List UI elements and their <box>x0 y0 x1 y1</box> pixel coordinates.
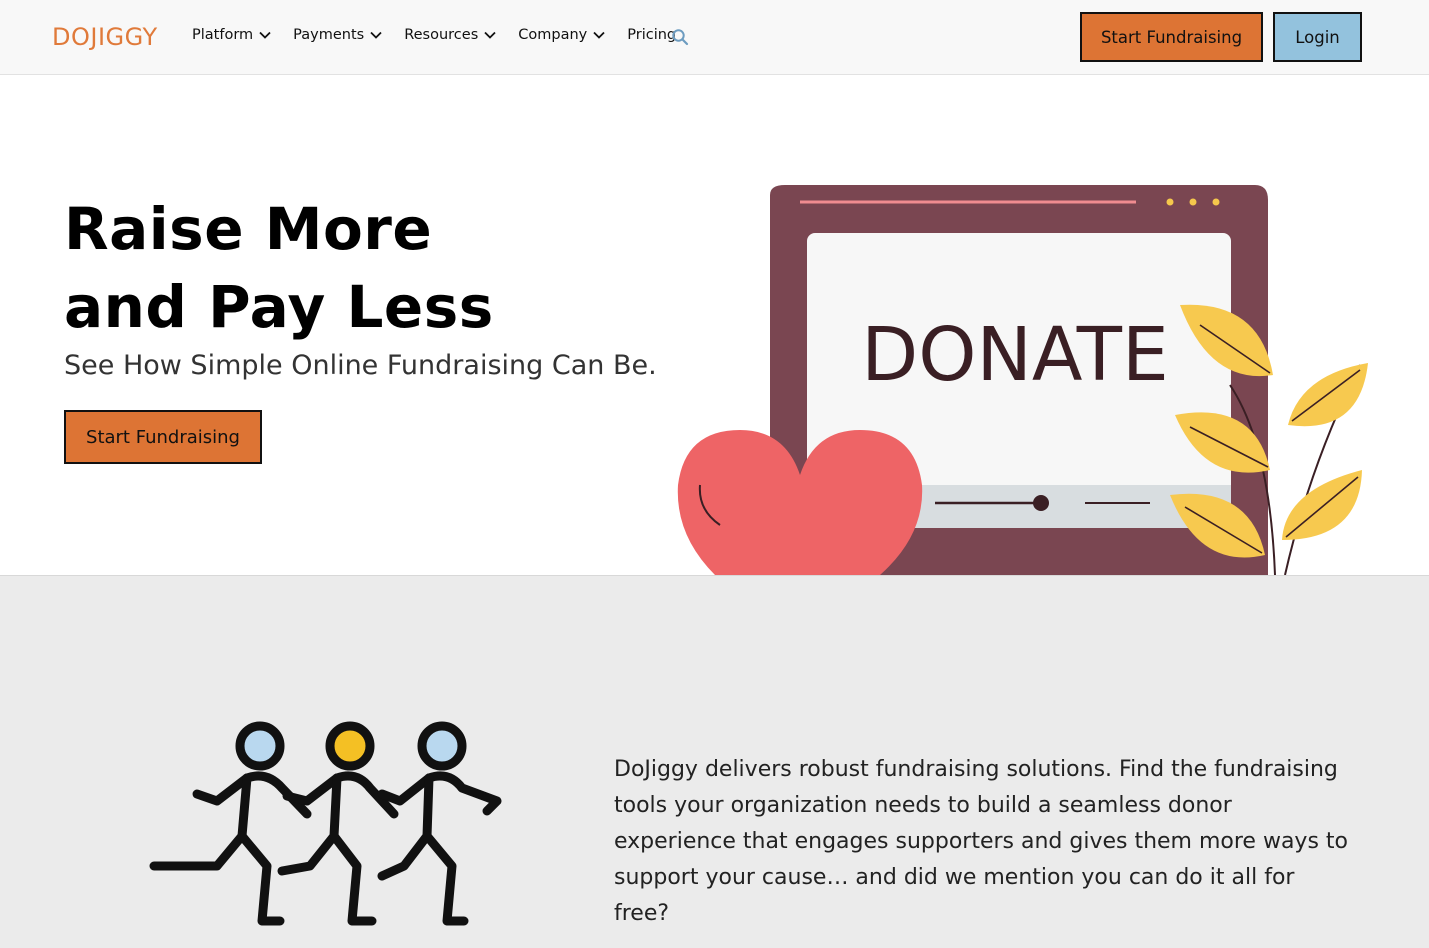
chevron-down-icon <box>593 31 605 39</box>
hero-title-line: Raise More <box>64 195 433 263</box>
menu-item-label: Company <box>518 27 588 43</box>
search-icon[interactable] <box>671 28 689 46</box>
monitor-dot <box>1166 198 1174 206</box>
about-description: DoJiggy delivers robust fundraising solu… <box>614 757 1348 926</box>
chevron-down-icon <box>259 31 271 39</box>
top-nav: DOJIGGY Platform Payments Resources Comp… <box>0 0 1429 75</box>
progress-knob <box>1033 495 1049 511</box>
menu-item-resources[interactable]: Resources <box>404 27 496 43</box>
menu-item-pricing[interactable]: Pricing <box>627 27 676 43</box>
menu-item-company[interactable]: Company <box>518 27 605 43</box>
hero-subtitle: See How Simple Online Fundraising Can Be… <box>64 350 657 381</box>
donate-illustration: DONATE <box>677 185 1368 575</box>
runner-yellow <box>277 721 399 926</box>
hero-title: Raise More and Pay Less <box>64 190 684 346</box>
runner-blue-left <box>149 721 312 926</box>
hero-title-line: and Pay Less <box>64 273 494 341</box>
menu-item-label: Platform <box>192 27 254 43</box>
runner-blue-right <box>377 721 502 926</box>
menu-item-label: Pricing <box>627 27 677 43</box>
main-menu: Platform Payments Resources Company Pric… <box>192 27 698 43</box>
chevron-down-icon <box>484 31 496 39</box>
hero-section: Raise More and Pay Less See How Simple O… <box>0 75 1429 576</box>
login-button[interactable]: Login <box>1273 12 1362 62</box>
menu-item-label: Payments <box>293 27 365 43</box>
donate-text: DONATE <box>861 312 1168 398</box>
about-section: DoJiggy delivers robust fundraising solu… <box>0 576 1429 948</box>
runners-illustration <box>149 721 502 926</box>
start-fundraising-button[interactable]: Start Fundraising <box>1080 12 1263 62</box>
hero-start-fundraising-button[interactable]: Start Fundraising <box>64 410 262 464</box>
menu-item-label: Resources <box>404 27 479 43</box>
monitor-dot <box>1189 198 1197 206</box>
chevron-down-icon <box>370 31 382 39</box>
logo[interactable]: DOJIGGY <box>52 23 158 51</box>
menu-item-payments[interactable]: Payments <box>293 27 382 43</box>
monitor-dot <box>1212 198 1220 206</box>
menu-item-platform[interactable]: Platform <box>192 27 271 43</box>
